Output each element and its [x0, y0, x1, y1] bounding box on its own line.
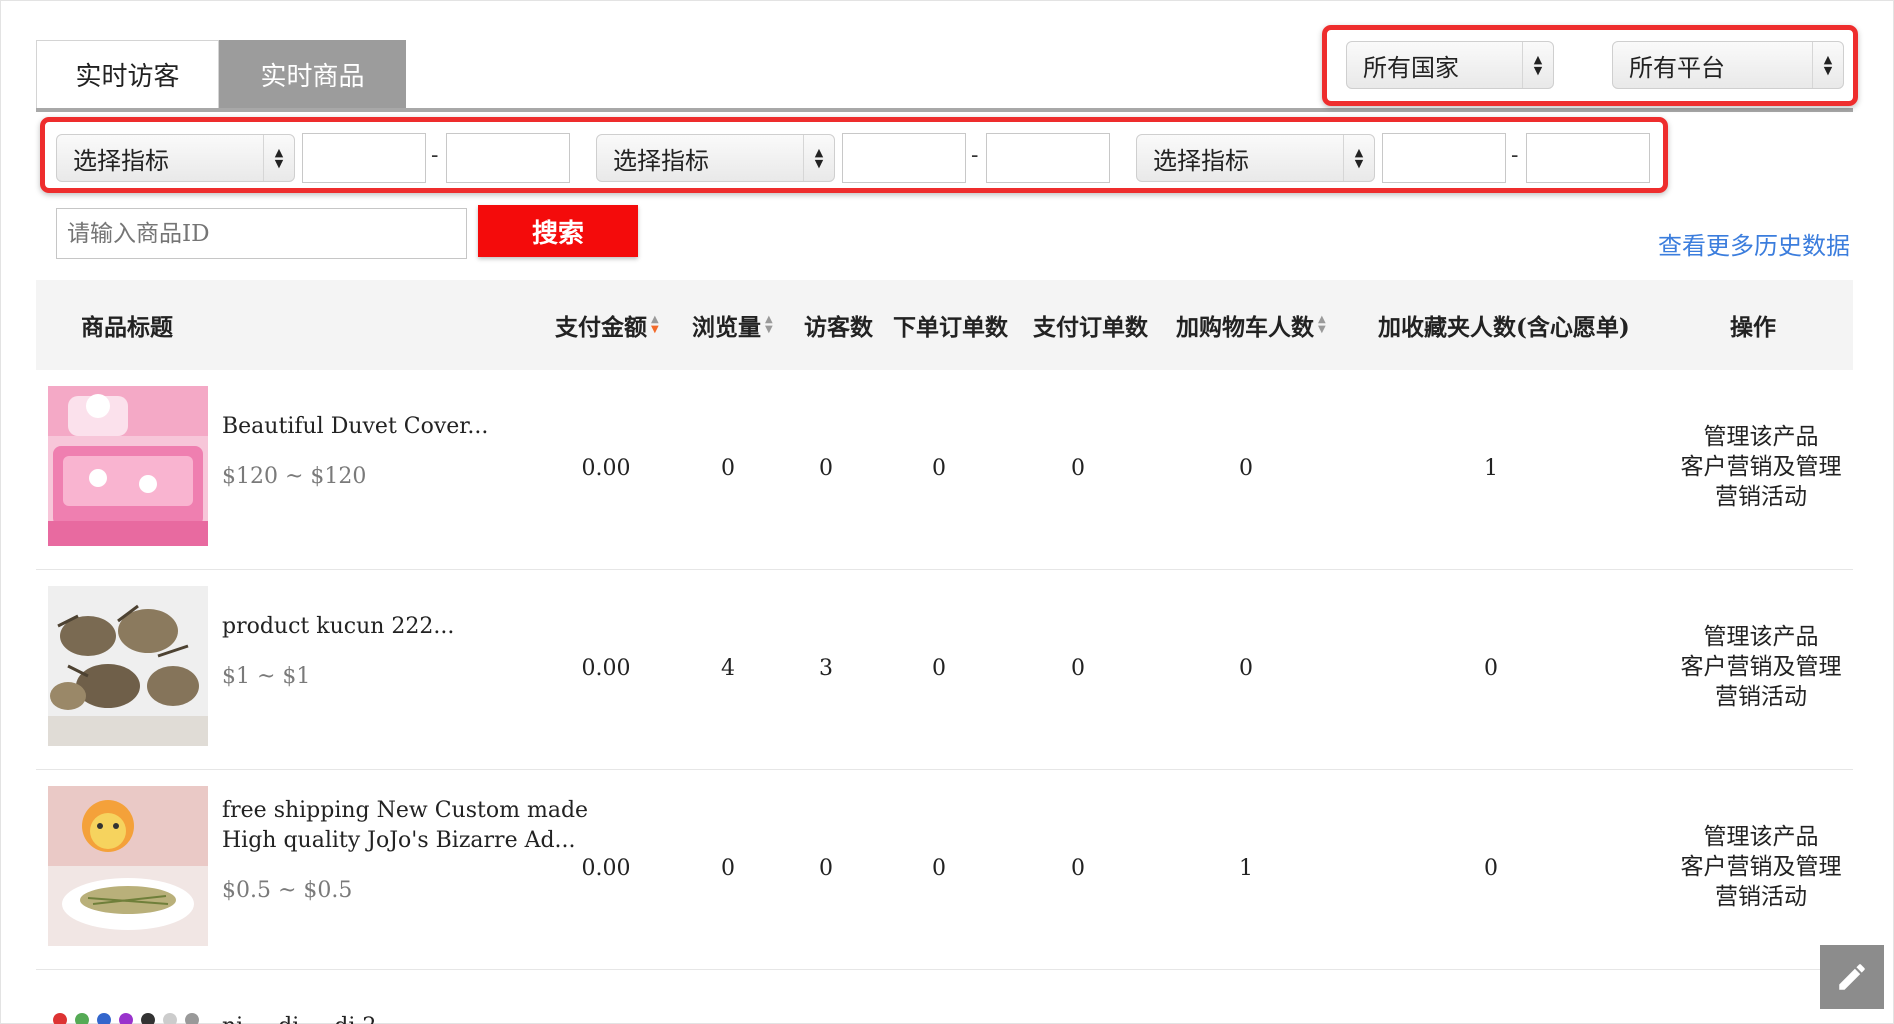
cell-cart-users: 0 [1239, 456, 1253, 481]
product-title-line1: free shipping New Custom made [222, 798, 589, 823]
header-fav-users: 加收藏夹人数(含心愿单) [1378, 314, 1630, 341]
edit-floating-button[interactable] [1820, 945, 1884, 1009]
cell-pay-amount: 0.00 [581, 656, 631, 681]
header-visitors: 访客数 [804, 314, 873, 341]
metric-select-1[interactable]: 选择指标 ▲ ▼ [56, 134, 295, 182]
product-title-line2: High quality JoJo's Bizarre Ad... [222, 828, 576, 853]
header-cart-users-label: 加购物车人数 [1176, 314, 1314, 341]
header-actions: 操作 [1730, 314, 1776, 341]
product-title-link[interactable]: ni ... di ... di 2 [222, 1012, 376, 1024]
tab-realtime-products[interactable]: 实时商品 [219, 40, 406, 108]
product-title-link[interactable]: Beautiful Duvet Cover... [222, 412, 488, 442]
marketing-activity-link[interactable]: 营销活动 [1666, 882, 1856, 912]
product-thumbnail[interactable] [48, 1008, 208, 1024]
platform-select[interactable]: 所有平台 ▲ ▼ [1612, 41, 1844, 89]
country-select-value: 所有国家 [1363, 53, 1459, 82]
header-pay-amount[interactable]: 支付金额 ▲ ▼ [555, 280, 659, 370]
cell-paid-orders: 0 [1071, 856, 1085, 881]
tab-realtime-visitors[interactable]: 实时访客 [36, 40, 219, 108]
more-history-link[interactable]: 查看更多历史数据 [1658, 226, 1850, 261]
metric-3-max-input[interactable] [1526, 133, 1650, 183]
table-row: ni ... di ... di 2 [36, 970, 1853, 1024]
header-views[interactable]: 浏览量 ▲ ▼ [692, 280, 773, 370]
cell-views: 0 [721, 856, 735, 881]
cell-cart-users: 1 [1239, 856, 1253, 881]
sort-icon[interactable]: ▲ ▼ [765, 315, 773, 335]
marketing-activity-link[interactable]: 营销活动 [1666, 482, 1856, 512]
product-thumbnail[interactable] [48, 786, 208, 946]
manage-product-link[interactable]: 管理该产品 [1666, 822, 1856, 852]
manage-product-link[interactable]: 管理该产品 [1666, 622, 1856, 652]
cell-fav-users: 0 [1484, 656, 1498, 681]
product-title-link[interactable]: free shipping New Custom made High quali… [222, 796, 588, 856]
product-thumbnail[interactable] [48, 386, 208, 546]
header-paid-orders: 支付订单数 [1033, 314, 1148, 341]
table-row: free shipping New Custom made High quali… [36, 770, 1853, 970]
search-button[interactable]: 搜索 [478, 205, 638, 257]
select-arrows-icon: ▲ ▼ [1343, 135, 1374, 181]
sort-icon[interactable]: ▲ ▼ [651, 315, 659, 335]
metric-2-max-input[interactable] [986, 133, 1110, 183]
customer-marketing-link[interactable]: 客户营销及管理 [1666, 452, 1856, 482]
product-title-link[interactable]: product kucun 222... [222, 612, 454, 642]
header-orders: 下单订单数 [893, 314, 1008, 341]
country-select[interactable]: 所有国家 ▲ ▼ [1346, 41, 1554, 89]
product-price: $1 ~ $1 [222, 664, 311, 689]
sort-icon[interactable]: ▲ ▼ [1318, 315, 1326, 335]
table-row: product kucun 222... $1 ~ $1 0.00 4 3 0 … [36, 570, 1853, 770]
cell-visitors: 3 [819, 656, 833, 681]
cell-orders: 0 [932, 456, 946, 481]
metric-select-3-value: 选择指标 [1153, 146, 1249, 175]
customer-marketing-link[interactable]: 客户营销及管理 [1666, 852, 1856, 882]
cell-fav-users: 1 [1484, 456, 1498, 481]
header-views-label: 浏览量 [692, 314, 761, 341]
select-arrows-icon: ▲ ▼ [803, 135, 834, 181]
select-arrows-icon: ▲ ▼ [263, 135, 294, 181]
marketing-activity-link[interactable]: 营销活动 [1666, 682, 1856, 712]
select-arrows-icon: ▲ ▼ [1812, 42, 1843, 88]
table-row: Beautiful Duvet Cover... $120 ~ $120 0.0… [36, 370, 1853, 570]
metric-1-min-input[interactable] [302, 133, 426, 183]
tab-bar: 实时访客 实时商品 [36, 40, 406, 108]
range-dash: - [431, 143, 439, 168]
row-actions: 管理该产品 客户营销及管理 营销活动 [1666, 622, 1856, 712]
select-arrows-icon: ▲ ▼ [1522, 42, 1553, 88]
cell-fav-users: 0 [1484, 856, 1498, 881]
cell-visitors: 0 [819, 456, 833, 481]
metric-select-2-value: 选择指标 [613, 146, 709, 175]
metric-3-min-input[interactable] [1382, 133, 1506, 183]
header-cart-users[interactable]: 加购物车人数 ▲ ▼ [1176, 280, 1326, 370]
row-actions: 管理该产品 客户营销及管理 营销活动 [1666, 822, 1856, 912]
row-actions: 管理该产品 客户营销及管理 营销活动 [1666, 422, 1856, 512]
cell-cart-users: 0 [1239, 656, 1253, 681]
range-dash: - [971, 143, 979, 168]
product-id-search-input[interactable] [56, 208, 467, 259]
metric-select-2[interactable]: 选择指标 ▲ ▼ [596, 134, 835, 182]
metric-select-1-value: 选择指标 [73, 146, 169, 175]
metric-2-min-input[interactable] [842, 133, 966, 183]
product-price: $120 ~ $120 [222, 464, 367, 489]
metric-1-max-input[interactable] [446, 133, 570, 183]
cell-orders: 0 [932, 656, 946, 681]
pencil-icon [1839, 964, 1865, 990]
cell-paid-orders: 0 [1071, 456, 1085, 481]
cell-pay-amount: 0.00 [581, 856, 631, 881]
metric-select-3[interactable]: 选择指标 ▲ ▼ [1136, 134, 1375, 182]
cell-pay-amount: 0.00 [581, 456, 631, 481]
cell-views: 4 [721, 656, 735, 681]
header-pay-amount-label: 支付金额 [555, 314, 647, 341]
cell-visitors: 0 [819, 856, 833, 881]
table-header: 商品标题 支付金额 ▲ ▼ 浏览量 ▲ ▼ 访客数 下单订单数 支付订单数 加购物车… [36, 280, 1853, 370]
customer-marketing-link[interactable]: 客户营销及管理 [1666, 652, 1856, 682]
manage-product-link[interactable]: 管理该产品 [1666, 422, 1856, 452]
cell-orders: 0 [932, 856, 946, 881]
tab-underline [36, 108, 1853, 112]
cell-views: 0 [721, 456, 735, 481]
range-dash: - [1511, 143, 1519, 168]
header-product-title: 商品标题 [81, 314, 173, 341]
platform-select-value: 所有平台 [1629, 53, 1725, 82]
product-thumbnail[interactable] [48, 586, 208, 746]
product-price: $0.5 ~ $0.5 [222, 878, 353, 903]
cell-paid-orders: 0 [1071, 656, 1085, 681]
